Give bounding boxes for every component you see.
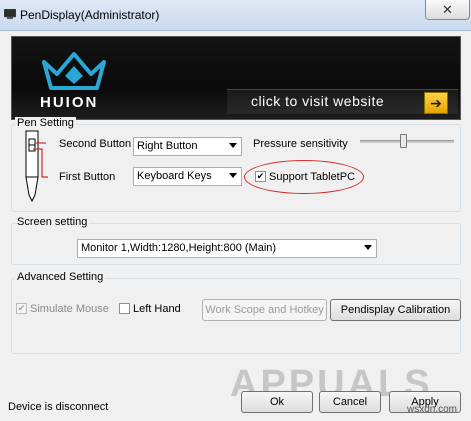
window-title: PenDisplay(Administrator) — [20, 8, 160, 22]
support-tabletpc-label: Support TabletPC — [269, 171, 356, 183]
left-hand-label: Left Hand — [133, 303, 181, 315]
pendisplay-calibration-button[interactable]: Pendisplay Calibration — [330, 299, 461, 321]
ok-button[interactable]: Ok — [241, 391, 313, 413]
pen-diagram-icon — [25, 130, 48, 203]
cancel-label: Cancel — [332, 396, 368, 408]
monitor-select[interactable]: Monitor 1,Width:1280,Height:800 (Main) — [77, 239, 377, 258]
first-button-select[interactable]: Keyboard Keys — [133, 167, 242, 186]
support-tabletpc-checkbox[interactable]: ✔ — [255, 171, 266, 182]
arrow-right-icon: ➔ — [430, 94, 442, 111]
chevron-down-icon — [364, 245, 372, 250]
left-hand-checkbox[interactable] — [119, 303, 130, 314]
chevron-down-icon — [229, 173, 237, 178]
checkmark-icon: ✔ — [17, 303, 26, 313]
close-button[interactable]: ✕ — [425, 0, 470, 20]
first-button-label: First Button — [59, 171, 116, 183]
screen-setting-legend: Screen setting — [15, 216, 90, 228]
work-scope-hotkey-button[interactable]: Work Scope and Hotkey — [202, 299, 327, 321]
title-bar: PenDisplay(Administrator) ✕ — [0, 0, 471, 31]
second-button-value: Right Button — [137, 140, 198, 152]
work-scope-hotkey-label: Work Scope and Hotkey — [205, 304, 324, 316]
huion-banner[interactable]: HUION click to visit website ➔ — [11, 36, 461, 120]
simulate-mouse-checkbox[interactable]: ✔ — [16, 303, 27, 314]
watermark-url: wsxdn.com — [407, 404, 458, 415]
ok-label: Ok — [269, 396, 285, 408]
pressure-slider-track[interactable] — [360, 140, 454, 143]
pen-setting-legend: Pen Setting — [15, 117, 76, 129]
checkmark-icon: ✔ — [256, 171, 265, 181]
first-button-value: Keyboard Keys — [137, 170, 212, 182]
app-icon — [4, 9, 16, 19]
cancel-button[interactable]: Cancel — [319, 391, 381, 413]
visit-website-text: click to visit website — [251, 93, 385, 109]
second-button-label: Second Button — [59, 138, 132, 150]
advanced-setting-legend: Advanced Setting — [15, 271, 106, 283]
device-status-text: Device is disconnect — [8, 401, 109, 413]
pendisplay-calibration-label: Pendisplay Calibration — [340, 304, 451, 316]
brand-name: HUION — [40, 94, 99, 111]
chevron-down-icon — [229, 143, 237, 148]
huion-crown-logo-icon — [42, 52, 106, 90]
second-button-select[interactable]: Right Button — [133, 137, 242, 156]
close-icon: ✕ — [442, 1, 453, 17]
pressure-slider-thumb[interactable] — [400, 134, 407, 148]
monitor-value: Monitor 1,Width:1280,Height:800 (Main) — [81, 242, 277, 254]
simulate-mouse-label: Simulate Mouse — [30, 303, 109, 315]
visit-website-arrow-button[interactable]: ➔ — [424, 92, 448, 114]
visit-website-bar[interactable]: click to visit website ➔ — [227, 89, 458, 114]
pressure-sensitivity-label: Pressure sensitivity — [253, 138, 348, 150]
